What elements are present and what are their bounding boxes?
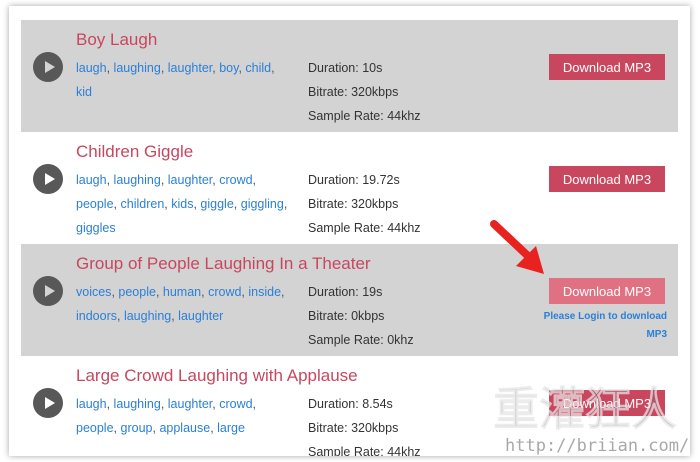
duration-text: Duration: 19s	[308, 285, 383, 299]
tag-link[interactable]: laugh	[76, 397, 107, 411]
tag-link[interactable]: people	[118, 285, 156, 299]
tag-link[interactable]: human	[163, 285, 201, 299]
sound-tags: laugh, laughing, laughter, boy, child, k…	[76, 61, 275, 99]
sound-row: Boy Laugh laugh, laughing, laughter, boy…	[21, 20, 678, 132]
tag-link[interactable]: indoors	[76, 309, 117, 323]
watermark-brand: 重灌狂人	[493, 382, 677, 436]
tag-link[interactable]: children	[121, 197, 165, 211]
tag-link[interactable]: boy	[219, 61, 238, 75]
sound-meta: Duration: 19.72s Bitrate: 320kbps Sample…	[308, 168, 421, 240]
sound-row: Group of People Laughing In a Theater vo…	[21, 244, 678, 356]
tag-link[interactable]: laughter	[168, 173, 212, 187]
tag-link[interactable]: laughter	[168, 397, 212, 411]
login-to-download-link[interactable]: Please Login to download MP3	[541, 308, 667, 344]
sound-tags: laugh, laughing, laughter, crowd, people…	[76, 397, 257, 435]
duration-text: Duration: 19.72s	[308, 173, 400, 187]
duration-text: Duration: 8.54s	[308, 397, 393, 411]
tag-link[interactable]: voices	[76, 285, 111, 299]
tag-link[interactable]: crowd	[208, 285, 241, 299]
play-icon[interactable]	[33, 52, 63, 82]
sound-tags: laugh, laughing, laughter, crowd, people…	[76, 173, 288, 235]
tag-link[interactable]: laughter	[168, 61, 212, 75]
tag-link[interactable]: large	[217, 421, 245, 435]
tag-link[interactable]: group	[121, 421, 153, 435]
sound-row: Children Giggle laugh, laughing, laughte…	[21, 132, 678, 244]
tag-link[interactable]: people	[76, 421, 114, 435]
tag-link[interactable]: giggles	[76, 221, 116, 235]
tag-link[interactable]: applause	[159, 421, 210, 435]
bitrate-text: Bitrate: 320kbps	[308, 421, 399, 435]
sound-meta: Duration: 10s Bitrate: 320kbps Sample Ra…	[308, 56, 421, 128]
sample-rate-text: Sample Rate: 44khz	[308, 445, 421, 456]
download-mp3-button[interactable]: Download MP3	[549, 54, 665, 80]
site-watermark: 重灌狂人 http://briian.com/	[493, 382, 690, 457]
bitrate-text: Bitrate: 0kbps	[308, 309, 385, 323]
bitrate-text: Bitrate: 320kbps	[308, 85, 399, 99]
play-icon[interactable]	[33, 164, 63, 194]
sound-title[interactable]: Boy Laugh	[76, 30, 157, 50]
tag-link[interactable]: crowd	[219, 173, 252, 187]
tag-link[interactable]: people	[76, 197, 114, 211]
sound-meta: Duration: 19s Bitrate: 0kbps Sample Rate…	[308, 280, 414, 352]
tag-link[interactable]: laughing	[124, 309, 171, 323]
sound-title[interactable]: Group of People Laughing In a Theater	[76, 254, 371, 274]
tag-link[interactable]: giggling	[241, 197, 284, 211]
tag-link[interactable]: laugh	[76, 61, 107, 75]
tag-link[interactable]: kids	[171, 197, 193, 211]
play-icon[interactable]	[33, 388, 63, 418]
bitrate-text: Bitrate: 320kbps	[308, 197, 399, 211]
sample-rate-text: Sample Rate: 44khz	[308, 109, 421, 123]
play-icon[interactable]	[33, 276, 63, 306]
sample-rate-text: Sample Rate: 0khz	[308, 333, 414, 347]
tag-link[interactable]: crowd	[219, 397, 252, 411]
tag-link[interactable]: giggle	[200, 197, 233, 211]
sound-title[interactable]: Children Giggle	[76, 142, 193, 162]
red-arrow-icon	[490, 220, 544, 274]
tag-link[interactable]: laughing	[114, 61, 161, 75]
tag-link[interactable]: laughing	[114, 173, 161, 187]
tag-link[interactable]: inside	[248, 285, 281, 299]
tag-link[interactable]: kid	[76, 85, 92, 99]
tag-link[interactable]: laughing	[114, 397, 161, 411]
download-mp3-button[interactable]: Download MP3	[549, 278, 665, 304]
tag-link[interactable]: laughter	[178, 309, 223, 323]
watermark-url: http://briian.com/	[505, 436, 689, 456]
sound-tags: voices, people, human, crowd, inside, in…	[76, 285, 285, 323]
tag-link[interactable]: child	[245, 61, 271, 75]
download-mp3-button[interactable]: Download MP3	[549, 166, 665, 192]
duration-text: Duration: 10s	[308, 61, 383, 75]
sound-title[interactable]: Large Crowd Laughing with Applause	[76, 366, 358, 386]
sound-meta: Duration: 8.54s Bitrate: 320kbps Sample …	[308, 392, 421, 456]
tag-link[interactable]: laugh	[76, 173, 107, 187]
sample-rate-text: Sample Rate: 44khz	[308, 221, 421, 235]
